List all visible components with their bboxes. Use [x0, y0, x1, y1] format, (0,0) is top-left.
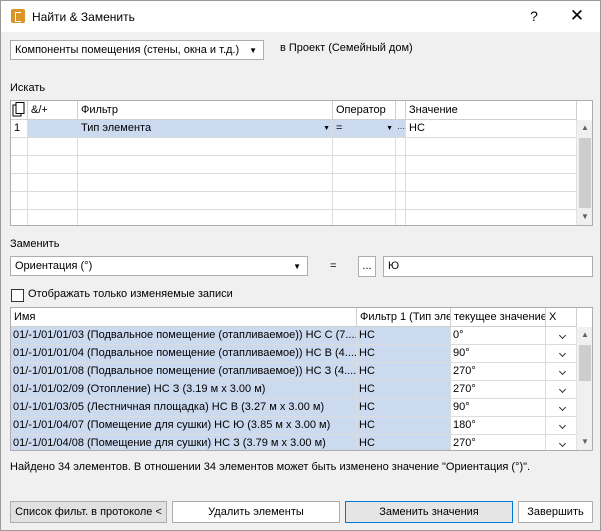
pick-value-button[interactable]: ... [358, 256, 376, 277]
result-row-x[interactable] [546, 381, 577, 399]
header-filter[interactable]: Фильтр [78, 101, 333, 120]
search-row-operator-value: = [336, 122, 343, 134]
result-row-filter1: НС [357, 381, 451, 399]
result-row-name[interactable]: 01/-1/01/01/08 (Подвальное помещение (от… [11, 363, 357, 381]
result-row-current-value[interactable]: 270° [451, 363, 546, 381]
dropdown-arrow-icon[interactable]: ▼ [386, 120, 393, 137]
app-logo-icon [11, 9, 25, 23]
window-title: Найти & Заменить [32, 10, 135, 24]
result-row-x[interactable] [546, 417, 577, 435]
chevron-down-icon[interactable] [558, 385, 566, 394]
header-filter1[interactable]: Фильтр 1 (Тип эле [357, 308, 451, 327]
result-row-name[interactable]: 01/-1/01/04/07 (Помещение для сушки) НС … [11, 417, 357, 435]
chevron-up-icon[interactable]: ▲ [577, 120, 592, 136]
search-scroll-thumb[interactable] [579, 138, 591, 208]
delete-elements-button[interactable]: Удалить элементы [172, 501, 340, 523]
dropdown-arrow-icon: ▼ [293, 262, 301, 271]
category-select-value: Компоненты помещения (стены, окна и т.д.… [15, 44, 240, 56]
scope-text: в Проект (Семейный дом) [280, 42, 413, 54]
chevron-down-icon[interactable] [558, 367, 566, 376]
header-x[interactable]: X [546, 308, 577, 327]
result-row-name[interactable]: 01/-1/01/01/04 (Подвальное помещение (от… [11, 345, 357, 363]
chevron-down-icon[interactable] [558, 331, 566, 340]
result-row-current-value[interactable]: 90° [451, 345, 546, 363]
result-row-x[interactable] [546, 345, 577, 363]
result-row-filter1: НС [357, 327, 451, 345]
search-row-dots-icon[interactable]: ··· [396, 120, 406, 138]
search-empty-row [11, 192, 577, 210]
result-row-name[interactable]: 01/-1/01/01/03 (Подвальное помещение (от… [11, 327, 357, 345]
copy-pages-icon[interactable] [11, 101, 28, 120]
find-replace-window: Найти & Заменить ? ✕ Компоненты помещени… [0, 0, 601, 531]
results-scroll-thumb[interactable] [579, 345, 591, 381]
result-row-current-value[interactable]: 90° [451, 399, 546, 417]
search-row-number: 1 [11, 120, 28, 138]
filter-list-button[interactable]: Список фильт. в протоколе < [10, 501, 167, 523]
replace-value-input[interactable]: Ю [383, 256, 593, 277]
result-row-name[interactable]: 01/-1/01/03/05 (Лестничная площадка) НС … [11, 399, 357, 417]
result-row-current-value[interactable]: 0° [451, 327, 546, 345]
search-empty-row [11, 174, 577, 192]
search-scrollbar[interactable]: ▲ ▼ [576, 120, 592, 225]
search-grid: &/+ Фильтр Оператор Значение 1 Тип элеме… [10, 100, 593, 226]
show-changed-only-label: Отображать только изменяемые записи [28, 288, 233, 300]
replace-property-value: Ориентация (°) [15, 260, 93, 272]
header-spacer [396, 101, 406, 120]
header-logic[interactable]: &/+ [28, 101, 78, 120]
result-row-name[interactable]: 01/-1/01/02/09 (Отопление) НС З (3.19 м … [11, 381, 357, 399]
result-row-filter1: НС [357, 345, 451, 363]
header-name[interactable]: Имя [11, 308, 357, 327]
show-changed-only-checkbox[interactable] [11, 289, 24, 302]
result-row-name[interactable]: 01/-1/01/04/08 (Помещение для сушки) НС … [11, 435, 357, 450]
dropdown-arrow-icon[interactable]: ▼ [323, 120, 330, 137]
close-button[interactable]: ✕ [569, 6, 585, 26]
chevron-up-icon[interactable]: ▲ [577, 327, 592, 343]
dropdown-arrow-icon: ▼ [249, 46, 257, 55]
header-current-value[interactable]: текущее значение [451, 308, 546, 327]
search-label: Искать [10, 82, 46, 94]
chevron-down-icon[interactable] [558, 403, 566, 412]
result-row-filter1: НС [357, 417, 451, 435]
chevron-down-icon[interactable] [558, 349, 566, 358]
result-row-filter1: НС [357, 435, 451, 450]
result-row-current-value[interactable]: 270° [451, 381, 546, 399]
replace-property-select[interactable]: Ориентация (°) ▼ [10, 256, 308, 276]
chevron-down-icon[interactable]: ▼ [577, 434, 592, 450]
result-row-x[interactable] [546, 363, 577, 381]
header-operator[interactable]: Оператор [333, 101, 396, 120]
search-row-filter[interactable]: Тип элемента ▼ [78, 120, 333, 138]
chevron-down-icon[interactable] [558, 421, 566, 430]
category-select[interactable]: Компоненты помещения (стены, окна и т.д.… [10, 40, 264, 60]
result-row-current-value[interactable]: 180° [451, 417, 546, 435]
result-row-current-value[interactable]: 270° [451, 435, 546, 450]
help-button[interactable]: ? [527, 8, 541, 24]
results-scrollbar[interactable]: ▲ ▼ [576, 327, 592, 450]
equals-sign: = [330, 260, 337, 272]
search-row-operator[interactable]: = ▼ [333, 120, 396, 138]
search-row-logic[interactable] [28, 120, 78, 138]
status-text: Найдено 34 элементов. В отношении 34 эле… [10, 461, 531, 473]
search-empty-row [11, 156, 577, 174]
header-value[interactable]: Значение [406, 101, 577, 120]
result-row-filter1: НС [357, 399, 451, 417]
search-empty-row [11, 138, 577, 156]
result-row-filter1: НС [357, 363, 451, 381]
finish-button[interactable]: Завершить [518, 501, 593, 523]
chevron-down-icon[interactable] [558, 439, 566, 448]
results-grid: Имя Фильтр 1 (Тип эле текущее значение X… [10, 307, 593, 451]
replace-label: Заменить [10, 238, 60, 250]
result-row-x[interactable] [546, 327, 577, 345]
search-row-filter-value: Тип элемента [81, 122, 152, 134]
result-row-x[interactable] [546, 399, 577, 417]
search-row-value[interactable]: НС [406, 120, 577, 138]
chevron-down-icon[interactable]: ▼ [577, 209, 592, 225]
replace-values-button[interactable]: Заменить значения [345, 501, 513, 523]
result-row-x[interactable] [546, 435, 577, 450]
title-bar: Найти & Заменить ? ✕ [1, 1, 600, 32]
